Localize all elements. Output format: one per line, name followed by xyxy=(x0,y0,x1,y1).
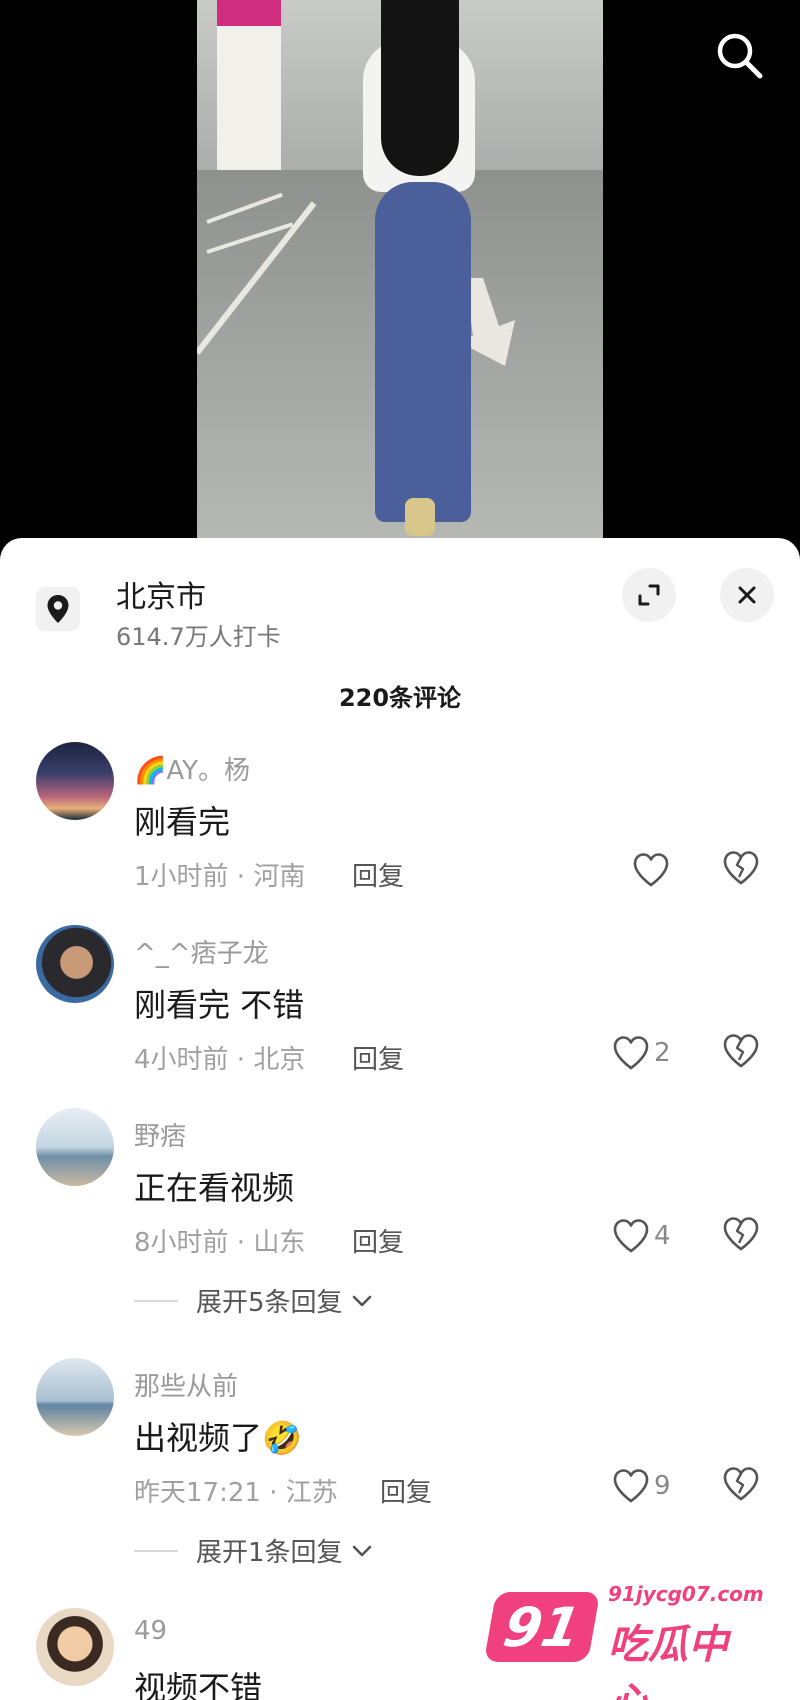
broken-heart-icon xyxy=(723,1034,759,1068)
comment-meta: 1小时前 · 河南 xyxy=(134,862,306,892)
video-frame xyxy=(197,0,603,540)
broken-heart-icon xyxy=(723,1467,759,1501)
avatar[interactable] xyxy=(36,1108,114,1186)
comment-meta: 8小时前 · 山东 xyxy=(134,1228,306,1258)
comment-username[interactable]: 那些从前 xyxy=(134,1366,238,1403)
like-count: 9 xyxy=(654,1471,671,1501)
comment-item: 那些从前 出视频了🤣 昨天17:21 · 江苏 回复 9 展开1条回复 xyxy=(0,1358,800,1588)
location-row[interactable]: 北京市 614.7万人打卡 xyxy=(0,538,800,651)
location-checkins: 614.7万人打卡 xyxy=(116,623,281,651)
expand-replies-label: 展开1条回复 xyxy=(196,1538,343,1568)
comment-username[interactable]: 49 xyxy=(134,1616,167,1646)
chevron-down-icon xyxy=(352,1295,371,1306)
like-button[interactable]: 2 xyxy=(612,1033,671,1073)
watermark-name: 吃瓜中心 xyxy=(608,1622,728,1700)
dislike-button[interactable] xyxy=(722,1033,762,1073)
reply-button[interactable]: 回复 xyxy=(380,1472,432,1509)
heart-icon xyxy=(633,853,669,887)
comment-item: 野痞 正在看视频 8小时前 · 山东 回复 4 展开5条回复 xyxy=(0,1108,800,1338)
comment-text: 正在看视频 xyxy=(134,1169,295,1207)
search-button[interactable] xyxy=(712,28,768,84)
comment-item: ^_^痞子龙 刚看完 不错 4小时前 · 北京 回复 2 xyxy=(0,925,800,1095)
comment-username[interactable]: 野痞 xyxy=(134,1116,186,1153)
comment-text: 视频不错 xyxy=(134,1669,263,1700)
comment-meta: 昨天17:21 · 江苏 xyxy=(134,1478,338,1508)
broken-heart-icon xyxy=(723,1217,759,1251)
dislike-button[interactable] xyxy=(722,1216,762,1256)
broken-heart-icon xyxy=(723,851,759,885)
close-icon xyxy=(738,586,756,604)
avatar[interactable] xyxy=(36,1608,114,1686)
comment-text: 刚看完 xyxy=(134,803,231,841)
expand-replies-button[interactable]: 展开1条回复 xyxy=(134,1532,375,1569)
reply-button[interactable]: 回复 xyxy=(352,1039,404,1076)
comment-username[interactable]: 🌈AY。杨 xyxy=(134,750,250,787)
expand-button[interactable] xyxy=(622,568,676,622)
expand-replies-button[interactable]: 展开5条回复 xyxy=(134,1282,375,1319)
like-button[interactable]: 4 xyxy=(612,1216,671,1256)
avatar[interactable] xyxy=(36,742,114,820)
comment-text: 出视频了🤣 xyxy=(134,1419,302,1457)
like-count: 4 xyxy=(654,1221,671,1251)
chevron-down-icon xyxy=(352,1545,371,1556)
heart-icon xyxy=(613,1469,649,1503)
watermark-logo: 91 91jycg07.com 吃瓜中心 xyxy=(483,1580,764,1700)
divider xyxy=(134,1299,178,1302)
expand-icon xyxy=(638,584,660,606)
location-pin-icon xyxy=(36,587,80,631)
like-button[interactable] xyxy=(632,850,670,890)
comment-item: 🌈AY。杨 刚看完 1小时前 · 河南 回复 xyxy=(0,742,800,912)
comment-text: 刚看完 不错 xyxy=(134,986,305,1024)
close-button[interactable] xyxy=(720,568,774,622)
comment-username[interactable]: ^_^痞子龙 xyxy=(134,933,269,970)
video-player[interactable] xyxy=(0,0,800,540)
watermark-url: 91jycg07.com xyxy=(608,1582,764,1606)
heart-icon xyxy=(613,1036,649,1070)
search-icon xyxy=(717,33,763,79)
watermark-badge: 91 xyxy=(483,1592,601,1662)
comments-count: 220条评论 xyxy=(338,684,462,712)
like-button[interactable]: 9 xyxy=(612,1466,671,1506)
comment-meta: 4小时前 · 北京 xyxy=(134,1045,306,1075)
reply-button[interactable]: 回复 xyxy=(352,856,404,893)
dislike-button[interactable] xyxy=(722,850,762,890)
expand-replies-label: 展开5条回复 xyxy=(196,1288,343,1318)
comment-panel: 北京市 614.7万人打卡 220条评论 🌈AY。杨 刚看完 1小时前 · 河南… xyxy=(0,538,800,1700)
reply-button[interactable]: 回复 xyxy=(352,1222,404,1259)
avatar[interactable] xyxy=(36,1358,114,1436)
divider xyxy=(134,1549,178,1552)
like-count: 2 xyxy=(654,1038,671,1068)
avatar[interactable] xyxy=(36,925,114,1003)
location-name: 北京市 xyxy=(116,580,206,615)
dislike-button[interactable] xyxy=(722,1466,762,1506)
heart-icon xyxy=(613,1219,649,1253)
